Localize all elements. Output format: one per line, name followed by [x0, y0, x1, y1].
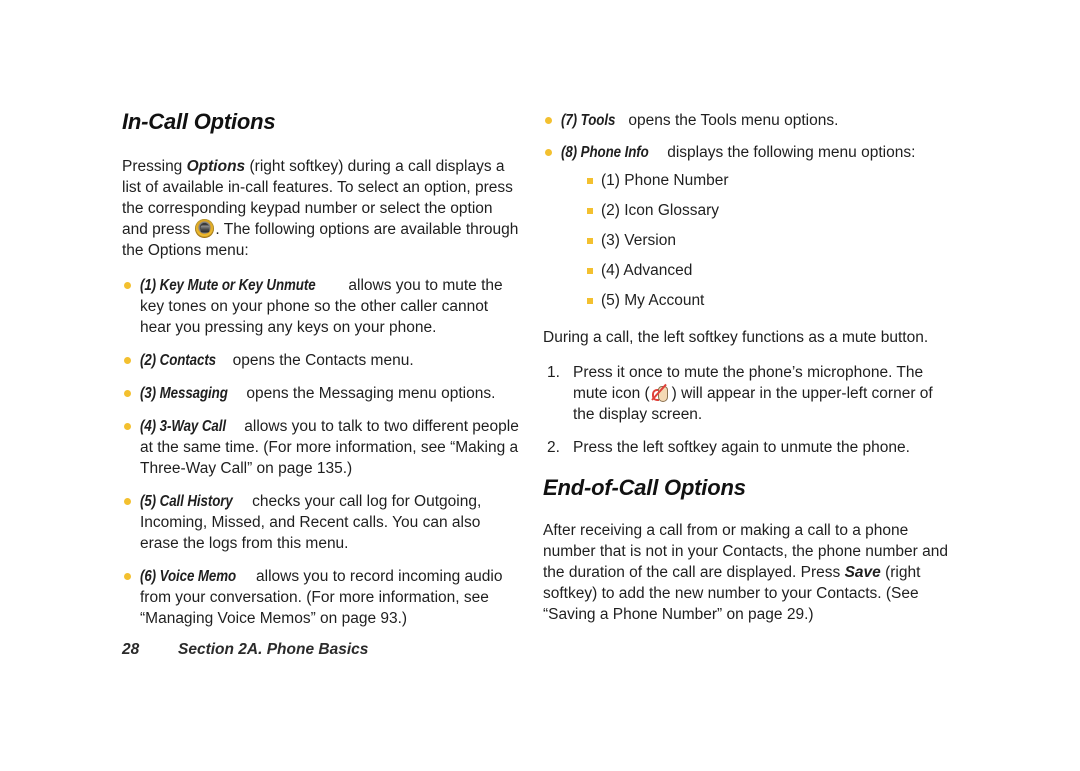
- option-term: (5) Call History: [140, 493, 233, 511]
- list-item: (3) Messaging opens the Messaging menu o…: [122, 383, 522, 404]
- list-item: (8) Phone Info displays the following me…: [543, 142, 955, 311]
- option-term: (1) Key Mute or Key Unmute: [140, 277, 316, 295]
- option-term: (2) Contacts: [140, 352, 217, 370]
- phone-info-sub-list: (1) Phone Number (2) Icon Glossary (3) V…: [561, 170, 955, 311]
- list-item: (1) Key Mute or Key Unmute allows you to…: [122, 275, 522, 338]
- navigation-key-icon: [195, 219, 215, 239]
- mute-steps-list: Press it once to mute the phone’s microp…: [543, 362, 955, 458]
- page-title-end-of-call-options: End-of-Call Options: [543, 475, 746, 500]
- option-term: (3) Messaging: [140, 385, 228, 403]
- option-description: opens the Contacts menu.: [228, 352, 414, 370]
- mute-intro-paragraph: During a call, the left softkey function…: [543, 329, 929, 346]
- term-options: Options: [186, 158, 246, 176]
- option-description: opens the Messaging menu options.: [242, 385, 496, 403]
- intro-paragraph: Pressing Options (right softkey) during …: [122, 156, 522, 261]
- option-term: (7) Tools: [561, 112, 616, 129]
- in-call-options-list-continued: (7) Tools opens the Tools menu options. …: [543, 110, 955, 311]
- list-item: (2) Contacts opens the Contacts menu.: [122, 350, 522, 371]
- footer-page-number: 28: [122, 641, 140, 658]
- in-call-options-list: (1) Key Mute or Key Unmute allows you to…: [122, 275, 522, 629]
- list-item: Press it once to mute the phone’s microp…: [543, 362, 955, 425]
- page-title-in-call-options: In-Call Options: [122, 109, 276, 134]
- manual-page: In-Call Options Pressing Options (right …: [0, 0, 1080, 771]
- page-footer: 28 Section 2A. Phone Basics: [122, 641, 368, 659]
- left-column: In-Call Options Pressing Options (right …: [122, 109, 522, 641]
- option-term: (6) Voice Memo: [140, 568, 237, 586]
- intro-text-part1: Pressing: [122, 158, 187, 176]
- option-description: displays the following menu options:: [662, 144, 916, 161]
- list-item: (1) Phone Number: [587, 170, 955, 191]
- list-item: (2) Icon Glossary: [587, 200, 955, 221]
- list-item: (7) Tools opens the Tools menu options.: [543, 110, 955, 131]
- list-item: (3) Version: [587, 230, 955, 251]
- step-text-part1: Press the left softkey again to unmute t…: [573, 439, 910, 456]
- option-term: (8) Phone Info: [561, 144, 649, 161]
- list-item: (4) 3-Way Call allows you to talk to two…: [122, 416, 522, 479]
- list-item: (4) Advanced: [587, 260, 955, 281]
- footer-section-label: Section 2A. Phone Basics: [178, 641, 369, 658]
- mute-icon: [650, 383, 671, 402]
- right-column: (7) Tools opens the Tools menu options. …: [543, 110, 955, 639]
- list-item: (5) My Account: [587, 290, 955, 311]
- term-save: Save: [844, 564, 881, 582]
- option-description: opens the Tools menu options.: [624, 112, 839, 129]
- list-item: (5) Call History checks your call log fo…: [122, 491, 522, 554]
- end-of-call-paragraph: After receiving a call from or making a …: [543, 520, 955, 625]
- option-term: (4) 3-Way Call: [140, 418, 226, 436]
- list-item: (6) Voice Memo allows you to record inco…: [122, 566, 522, 629]
- list-item: Press the left softkey again to unmute t…: [543, 437, 955, 458]
